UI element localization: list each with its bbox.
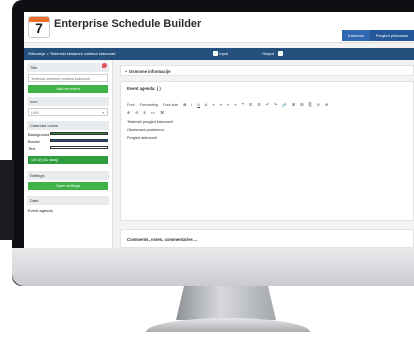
font-dropdown[interactable]: Font — [127, 103, 135, 107]
quote-icon[interactable]: ❞ — [242, 103, 244, 107]
pin-icon[interactable] — [102, 63, 107, 68]
date-header: Date — [27, 196, 109, 205]
dollar-icon[interactable]: $ — [144, 111, 146, 115]
text-color-swatch[interactable] — [50, 146, 108, 149]
comments-card[interactable]: Comments, notes, commentaries ... — [120, 229, 414, 248]
colors-header: Calendar colors — [27, 121, 109, 130]
underline-button[interactable]: U — [197, 103, 200, 107]
chevron-down-icon: ▾ — [102, 111, 104, 115]
event-agenda-label: Event agenda — [28, 208, 53, 213]
bullet-list-icon[interactable]: ☰ — [249, 103, 252, 107]
editor-toolbar[interactable]: Font Formatting Font size B I U A ≡ ≡ ≡ … — [127, 102, 414, 107]
numbered-list-icon[interactable]: ☰ — [257, 103, 260, 107]
nav-button-pregled[interactable]: Pregled prikazano — [370, 30, 414, 41]
output-check-icon — [278, 51, 284, 57]
italic-button[interactable]: I — [191, 103, 192, 107]
background-label: Background — [28, 132, 50, 137]
copy-icon[interactable]: ⎘ — [308, 103, 311, 107]
input-toggle-label: Input — [219, 51, 229, 56]
code-icon[interactable]: <> — [151, 111, 155, 115]
breadcrumb-bar: Stilovanje > Tedenski sestanek vodstva k… — [24, 48, 414, 60]
editor-line[interactable]: Tedenski pregled kakovosti — [127, 120, 173, 124]
nav-button-kalendar[interactable]: Kalendar — [342, 30, 370, 41]
add-event-button[interactable]: Add an event — [28, 85, 108, 93]
sidebar: Title Tedenski sestanek vodstva kakovost… — [24, 61, 113, 248]
app-title: Enterprise Schedule Builder — [54, 18, 202, 30]
breadcrumb[interactable]: Stilovanje > Tedenski sestanek vodstva k… — [28, 48, 115, 60]
output-toggle[interactable]: Output — [262, 50, 284, 58]
minus-icon[interactable]: ⊝ — [317, 103, 320, 107]
text-color-button[interactable]: A — [205, 103, 208, 107]
main-panel: ⌄ Osnovne informacije Event agenda: ( ) … — [116, 61, 414, 248]
agenda-card: Event agenda: ( ) Font Formatting Font s… — [120, 81, 414, 221]
input-check-icon — [213, 51, 218, 57]
command-icon[interactable]: ⌘ — [160, 111, 164, 115]
bold-button[interactable]: B — [183, 103, 186, 107]
output-toggle-label: Output — [262, 51, 275, 56]
border-color-swatch[interactable] — [50, 139, 108, 142]
edge-shadow — [0, 160, 14, 240]
monitor-stand-neck — [176, 286, 276, 320]
zoom-out-icon[interactable]: ⊖ — [135, 111, 138, 115]
comments-title: Comments, notes, commentaries ... — [127, 237, 198, 242]
text-label: Text — [28, 146, 36, 151]
calendar-logo-icon: 7 — [28, 16, 50, 38]
align-left-icon[interactable]: ≡ — [213, 103, 215, 107]
zoom-in-icon[interactable]: ⊕ — [127, 111, 130, 115]
formatting-dropdown[interactable]: Formatting — [140, 103, 158, 107]
app-header: 7 Enterprise Schedule Builder Kalendar P… — [24, 12, 414, 43]
editor-toolbar-row2[interactable]: ⊕ ⊖ $ <> ⌘ — [127, 110, 414, 115]
border-label: Border — [28, 139, 41, 144]
grid-icon[interactable]: ⊞ — [300, 103, 303, 107]
justify-icon[interactable]: ≡ — [234, 103, 236, 107]
undo-icon[interactable]: ↶ — [266, 103, 269, 107]
screen: 7 Enterprise Schedule Builder Kalendar P… — [24, 12, 414, 248]
editor-line[interactable]: Pregled aktivnosti — [127, 136, 157, 140]
chevron-down-icon: ⌄ — [124, 68, 129, 74]
title-input[interactable]: Tedenski sestanek vodstva kakovosti — [28, 74, 108, 82]
basic-info-section[interactable]: ⌄ Osnovne informacije — [120, 65, 414, 76]
background-color-swatch[interactable] — [50, 132, 108, 135]
icon-select-value: LIAH — [31, 111, 39, 115]
plus-icon[interactable]: ⊕ — [325, 103, 328, 107]
link-icon[interactable]: 🔗 — [282, 103, 287, 107]
editor-line[interactable]: Obravnava problemov — [127, 128, 164, 132]
status-chip[interactable]: 100 (2) (Za nazaj) — [28, 156, 108, 164]
input-toggle[interactable]: Input — [210, 50, 228, 58]
redo-icon[interactable]: ↷ — [274, 103, 277, 107]
title-header: Title — [27, 63, 109, 72]
align-right-icon[interactable]: ≡ — [227, 103, 229, 107]
table-icon[interactable]: ⊞ — [292, 103, 295, 107]
font-size-dropdown[interactable]: Font size — [163, 103, 178, 107]
monitor-chin — [12, 248, 414, 286]
settings-header: Settings — [27, 171, 109, 180]
align-center-icon[interactable]: ≡ — [220, 103, 222, 107]
agenda-title: Event agenda: ( ) — [127, 86, 161, 91]
icon-select[interactable]: LIAH ▾ — [28, 108, 108, 116]
section-title: Osnovne informacije — [129, 69, 171, 74]
icon-header: Icon — [27, 97, 109, 106]
monitor-stand-base — [146, 318, 310, 332]
open-settings-button[interactable]: Open settings — [28, 182, 108, 190]
